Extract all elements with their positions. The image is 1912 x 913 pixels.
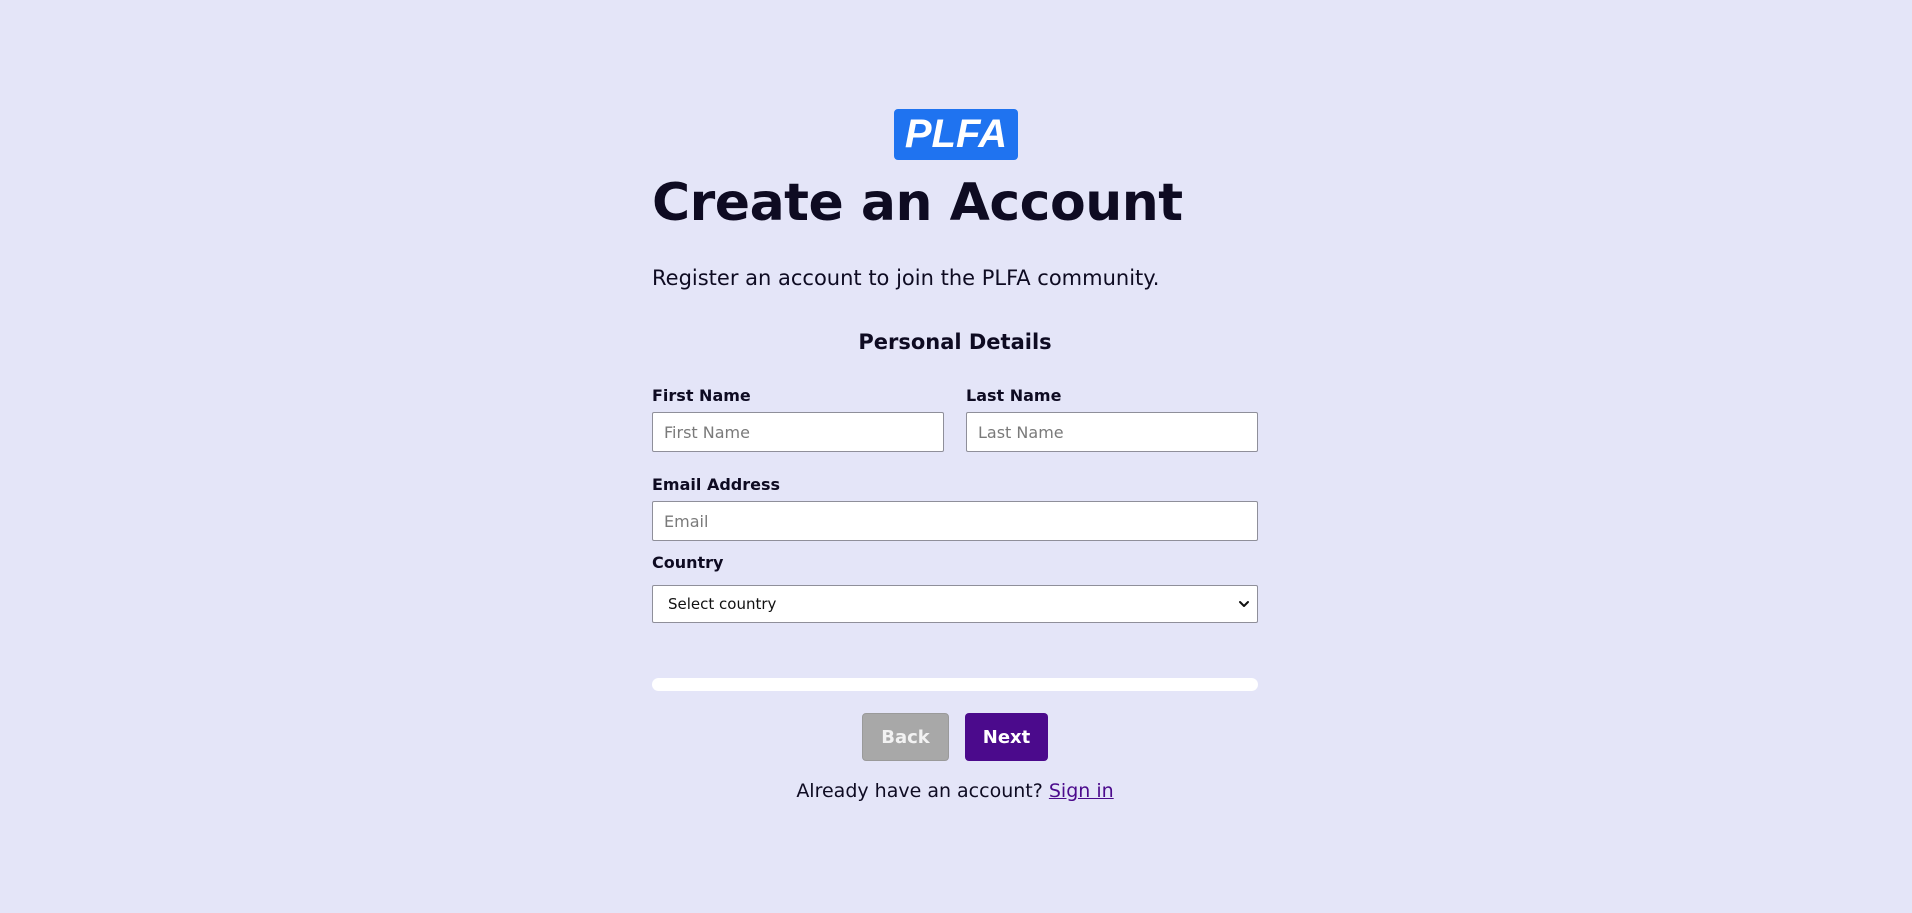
- signin-prompt: Already have an account? Sign in: [652, 778, 1258, 804]
- country-selected-value: Select country: [668, 595, 777, 613]
- country-label: Country: [652, 553, 724, 572]
- signin-link[interactable]: Sign in: [1049, 780, 1114, 802]
- last-name-input[interactable]: [966, 412, 1258, 452]
- signin-prompt-text: Already have an account?: [796, 780, 1043, 802]
- next-button[interactable]: Next: [965, 713, 1048, 761]
- page-title: Create an Account: [652, 173, 1183, 233]
- first-name-input[interactable]: [652, 412, 944, 452]
- email-input[interactable]: [652, 501, 1258, 541]
- chevron-down-icon: [1239, 601, 1249, 607]
- back-button[interactable]: Back: [862, 713, 949, 761]
- section-title-personal-details: Personal Details: [858, 330, 1052, 354]
- first-name-label: First Name: [652, 386, 751, 405]
- page-subtitle: Register an account to join the PLFA com…: [652, 266, 1160, 290]
- country-select[interactable]: Select country: [652, 585, 1258, 623]
- progress-bar: [652, 678, 1258, 691]
- logo-text: PLFA: [904, 112, 1008, 156]
- email-label: Email Address: [652, 475, 781, 494]
- plfa-logo: PLFA: [894, 109, 1018, 160]
- last-name-label: Last Name: [966, 386, 1062, 405]
